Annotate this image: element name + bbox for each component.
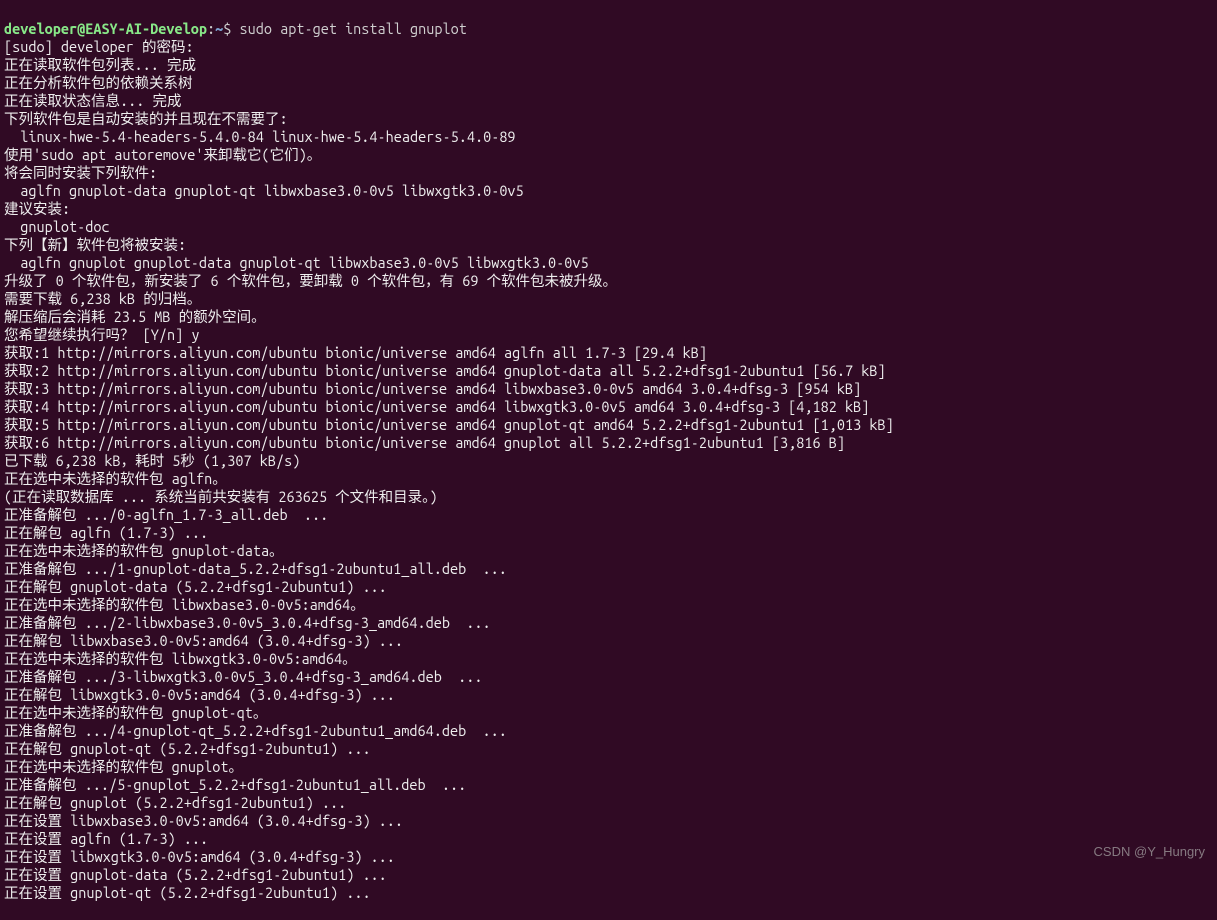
terminal-line: 正准备解包 .../2-libwxbase3.0-0v5_3.0.4+dfsg-… (4, 614, 1213, 632)
terminal-line: 正在设置 aglfn (1.7-3) ... (4, 830, 1213, 848)
terminal-line: 正在分析软件包的依赖关系树 (4, 74, 1213, 92)
terminal-line: 正在选中未选择的软件包 libwxbase3.0-0v5:amd64。 (4, 596, 1213, 614)
terminal-line: 正在设置 gnuplot-data (5.2.2+dfsg1-2ubuntu1)… (4, 866, 1213, 884)
terminal-line: 正在选中未选择的软件包 libwxgtk3.0-0v5:amd64。 (4, 650, 1213, 668)
terminal-line: linux-hwe-5.4-headers-5.4.0-84 linux-hwe… (4, 128, 1213, 146)
terminal-line: 正在解包 aglfn (1.7-3) ... (4, 524, 1213, 542)
terminal-line: 获取:1 http://mirrors.aliyun.com/ubuntu bi… (4, 344, 1213, 362)
terminal-line: 正在解包 libwxgtk3.0-0v5:amd64 (3.0.4+dfsg-3… (4, 686, 1213, 704)
terminal-line: 解压缩后会消耗 23.5 MB 的额外空间。 (4, 308, 1213, 326)
terminal-line: 使用'sudo apt autoremove'来卸载它(它们)。 (4, 146, 1213, 164)
terminal-line: gnuplot-doc (4, 218, 1213, 236)
terminal-line: 需要下载 6,238 kB 的归档。 (4, 290, 1213, 308)
terminal-output[interactable]: developer@EASY-AI-Develop:~$ sudo apt-ge… (4, 2, 1213, 920)
terminal-line: 将会同时安装下列软件: (4, 164, 1213, 182)
terminal-line: 正在解包 gnuplot-qt (5.2.2+dfsg1-2ubuntu1) .… (4, 740, 1213, 758)
terminal-line: 下列【新】软件包将被安装: (4, 236, 1213, 254)
terminal-line: 正在解包 gnuplot-data (5.2.2+dfsg1-2ubuntu1)… (4, 578, 1213, 596)
terminal-line: 正准备解包 .../0-aglfn_1.7-3_all.deb ... (4, 506, 1213, 524)
terminal-line: 正在设置 libwxbase3.0-0v5:amd64 (3.0.4+dfsg-… (4, 812, 1213, 830)
terminal-line: 获取:6 http://mirrors.aliyun.com/ubuntu bi… (4, 434, 1213, 452)
terminal-line: 获取:4 http://mirrors.aliyun.com/ubuntu bi… (4, 398, 1213, 416)
watermark-text: CSDN @Y_Hungry (1094, 843, 1205, 861)
terminal-line: 建议安装: (4, 200, 1213, 218)
terminal-line: 正在读取状态信息... 完成 (4, 92, 1213, 110)
terminal-line: 正在选中未选择的软件包 gnuplot-qt。 (4, 704, 1213, 722)
terminal-line: 已下载 6,238 kB，耗时 5秒 (1,307 kB/s) (4, 452, 1213, 470)
terminal-line: 获取:5 http://mirrors.aliyun.com/ubuntu bi… (4, 416, 1213, 434)
terminal-line: aglfn gnuplot-data gnuplot-qt libwxbase3… (4, 182, 1213, 200)
prompt-line: developer@EASY-AI-Develop:~$ sudo apt-ge… (4, 20, 467, 37)
terminal-line: 正在解包 gnuplot (5.2.2+dfsg1-2ubuntu1) ... (4, 794, 1213, 812)
terminal-line: 正在选中未选择的软件包 gnuplot。 (4, 758, 1213, 776)
terminal-line: aglfn gnuplot gnuplot-data gnuplot-qt li… (4, 254, 1213, 272)
terminal-line: [sudo] developer 的密码: (4, 38, 1213, 56)
terminal-line: 正在选中未选择的软件包 aglfn。 (4, 470, 1213, 488)
terminal-line: 正在设置 libwxgtk3.0-0v5:amd64 (3.0.4+dfsg-3… (4, 848, 1213, 866)
terminal-line: 获取:2 http://mirrors.aliyun.com/ubuntu bi… (4, 362, 1213, 380)
terminal-line: 正在设置 gnuplot-qt (5.2.2+dfsg1-2ubuntu1) .… (4, 884, 1213, 902)
prompt-user-host: developer@EASY-AI-Develop (4, 20, 207, 37)
terminal-line: 正准备解包 .../1-gnuplot-data_5.2.2+dfsg1-2ub… (4, 560, 1213, 578)
terminal-lines: [sudo] developer 的密码:正在读取软件包列表... 完成正在分析… (4, 38, 1213, 902)
terminal-line: 您希望继续执行吗？ [Y/n] y (4, 326, 1213, 344)
prompt-command: sudo apt-get install gnuplot (240, 20, 467, 37)
terminal-line: 升级了 0 个软件包，新安装了 6 个软件包，要卸载 0 个软件包，有 69 个… (4, 272, 1213, 290)
terminal-line: 正在解包 libwxbase3.0-0v5:amd64 (3.0.4+dfsg-… (4, 632, 1213, 650)
terminal-line: 获取:3 http://mirrors.aliyun.com/ubuntu bi… (4, 380, 1213, 398)
terminal-line: 正准备解包 .../5-gnuplot_5.2.2+dfsg1-2ubuntu1… (4, 776, 1213, 794)
terminal-line: (正在读取数据库 ... 系统当前共安装有 263625 个文件和目录。) (4, 488, 1213, 506)
terminal-line: 正准备解包 .../4-gnuplot-qt_5.2.2+dfsg1-2ubun… (4, 722, 1213, 740)
terminal-line: 正准备解包 .../3-libwxgtk3.0-0v5_3.0.4+dfsg-3… (4, 668, 1213, 686)
terminal-line: 下列软件包是自动安装的并且现在不需要了: (4, 110, 1213, 128)
terminal-line: 正在选中未选择的软件包 gnuplot-data。 (4, 542, 1213, 560)
terminal-line: 正在读取软件包列表... 完成 (4, 56, 1213, 74)
